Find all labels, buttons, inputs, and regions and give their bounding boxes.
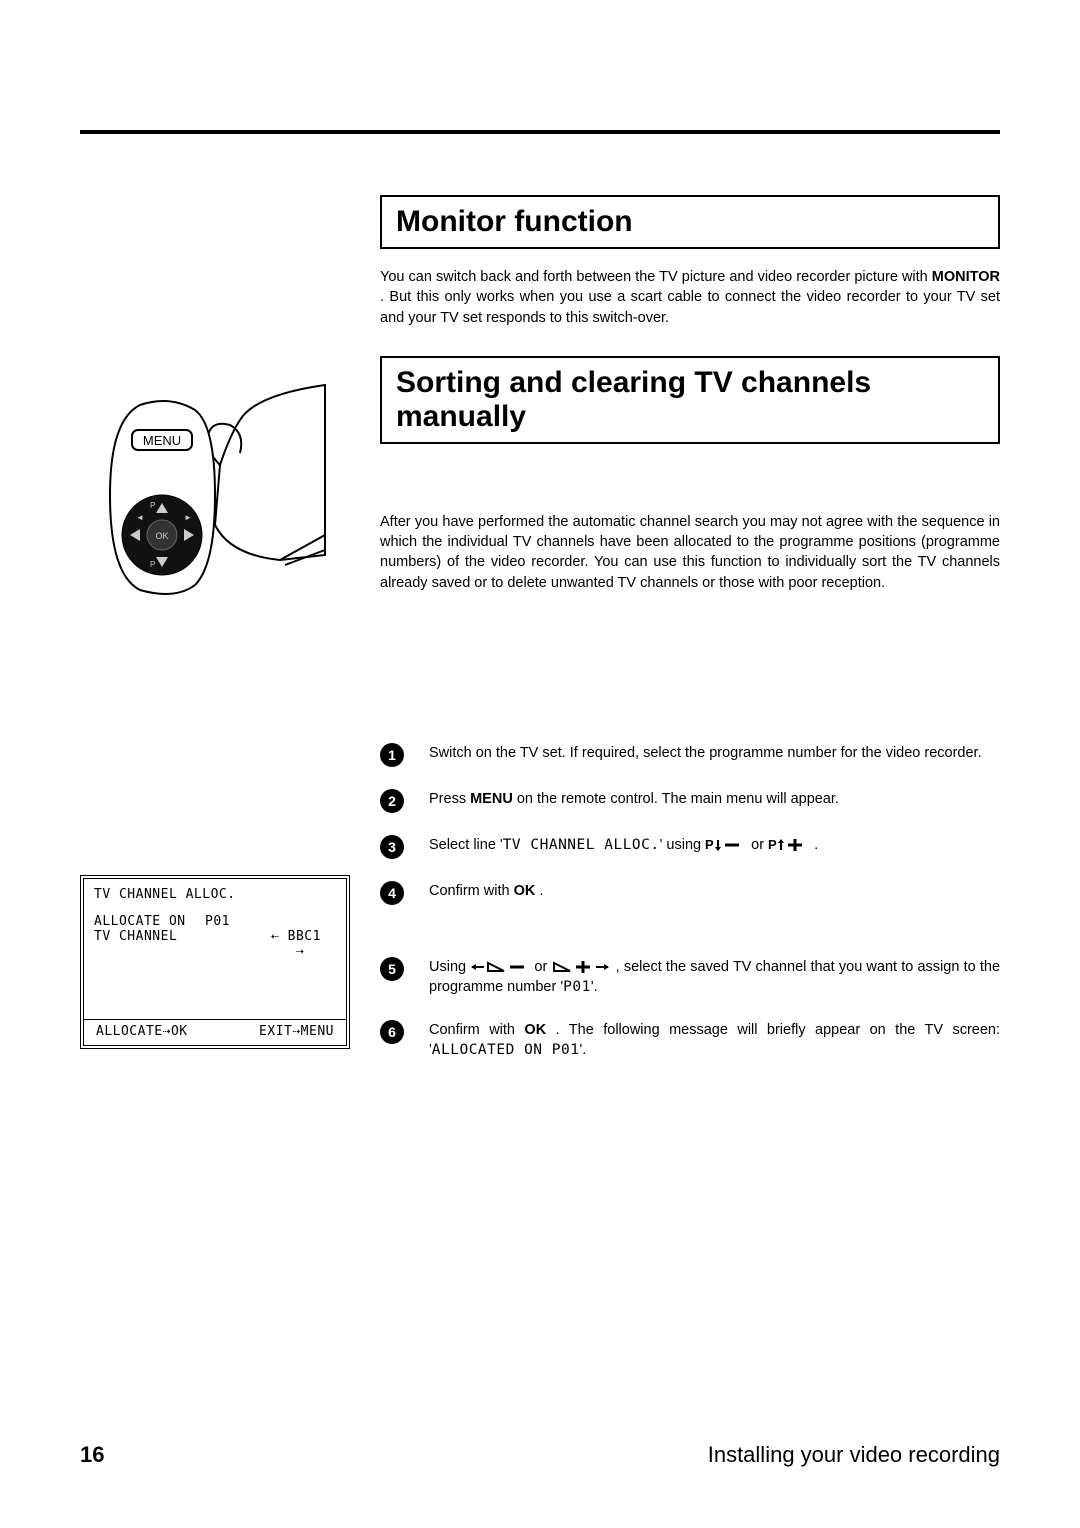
step-3: 3 Select line 'TV CHANNEL ALLOC.' using P…	[380, 835, 1000, 859]
svg-text:P: P	[150, 501, 155, 510]
heading-monitor: Monitor function	[380, 195, 1000, 249]
key-label: MENU	[470, 791, 513, 807]
osd-footer-right: EXIT⇢MENU	[259, 1024, 334, 1039]
tri-plus-right-icon	[552, 960, 612, 974]
osd-row1-left: ALLOCATE ON	[94, 914, 199, 929]
step-number-icon: 3	[380, 835, 404, 859]
step-5: 5 Using or , select the saved TV channel …	[380, 957, 1000, 998]
step-text: Using or , select the saved TV channel t…	[429, 957, 1000, 998]
step-number-icon: 2	[380, 789, 404, 813]
step-number-icon: 1	[380, 743, 404, 767]
page-footer: 16 Installing your video recording	[80, 1442, 1000, 1468]
menu-label: MENU	[143, 433, 181, 448]
step-text: Switch on the TV set. If required, selec…	[429, 743, 1000, 767]
heading-sorting: Sorting and clearing TV channels manuall…	[380, 356, 1000, 444]
steps-list: 1 Switch on the TV set. If required, sele…	[380, 743, 1000, 1060]
step-text: Confirm with OK .	[429, 881, 1000, 905]
step-text: Press MENU on the remote control. The ma…	[429, 789, 1000, 813]
page-number: 16	[80, 1442, 104, 1468]
remote-illustration: MENU OK ◄ ► P P	[80, 365, 330, 620]
osd-footer-left: ALLOCATE⇢OK	[96, 1024, 188, 1039]
left-tri-minus-icon	[470, 960, 530, 974]
osd-title: TV CHANNEL ALLOC.	[94, 887, 336, 902]
osd-channel-value: BBC1	[288, 929, 321, 944]
step-text: Select line 'TV CHANNEL ALLOC.' using P …	[429, 835, 1000, 859]
step-1: 1 Switch on the TV set. If required, sele…	[380, 743, 1000, 767]
step-number-icon: 4	[380, 881, 404, 905]
key-label: OK	[524, 1022, 546, 1038]
step-number-icon: 6	[380, 1020, 404, 1044]
p-up-plus-icon: P	[768, 838, 810, 852]
p-down-minus-icon: P	[705, 838, 747, 852]
footer-text: Installing your video recording	[708, 1442, 1000, 1468]
sorting-paragraph: After you have performed the automatic c…	[380, 512, 1000, 593]
svg-text:►: ►	[184, 513, 192, 522]
svg-text:◄: ◄	[136, 513, 144, 522]
monitor-button-label: MONITOR	[932, 269, 1000, 285]
ok-label: OK	[155, 531, 168, 541]
osd-right-arrow-icon: ⇢	[296, 944, 304, 959]
step-6: 6 Confirm with OK . The following message…	[380, 1020, 1000, 1061]
step-number-icon: 5	[380, 957, 404, 981]
step-2: 2 Press MENU on the remote control. The m…	[380, 789, 1000, 813]
monitor-paragraph: You can switch back and forth between th…	[380, 267, 1000, 328]
osd-text-inline: TV CHANNEL ALLOC.	[503, 837, 660, 853]
key-label: OK	[514, 883, 536, 899]
svg-text:P: P	[705, 838, 714, 852]
osd-row2-left: TV CHANNEL	[94, 929, 199, 959]
osd-left-arrow-icon: ⇠	[271, 929, 279, 944]
svg-text:P: P	[150, 560, 155, 569]
osd-row1-right: P01	[205, 914, 265, 929]
osd-screen: TV CHANNEL ALLOC. ALLOCATE ON P01 TV CHA…	[80, 875, 350, 1049]
svg-text:P: P	[768, 838, 777, 852]
osd-text-inline: ALLOCATED ON P01	[432, 1042, 580, 1058]
osd-text-inline: P01	[563, 979, 591, 995]
top-rule	[80, 130, 1000, 134]
step-4: 4 Confirm with OK .	[380, 881, 1000, 905]
step-text: Confirm with OK . The following message …	[429, 1020, 1000, 1061]
